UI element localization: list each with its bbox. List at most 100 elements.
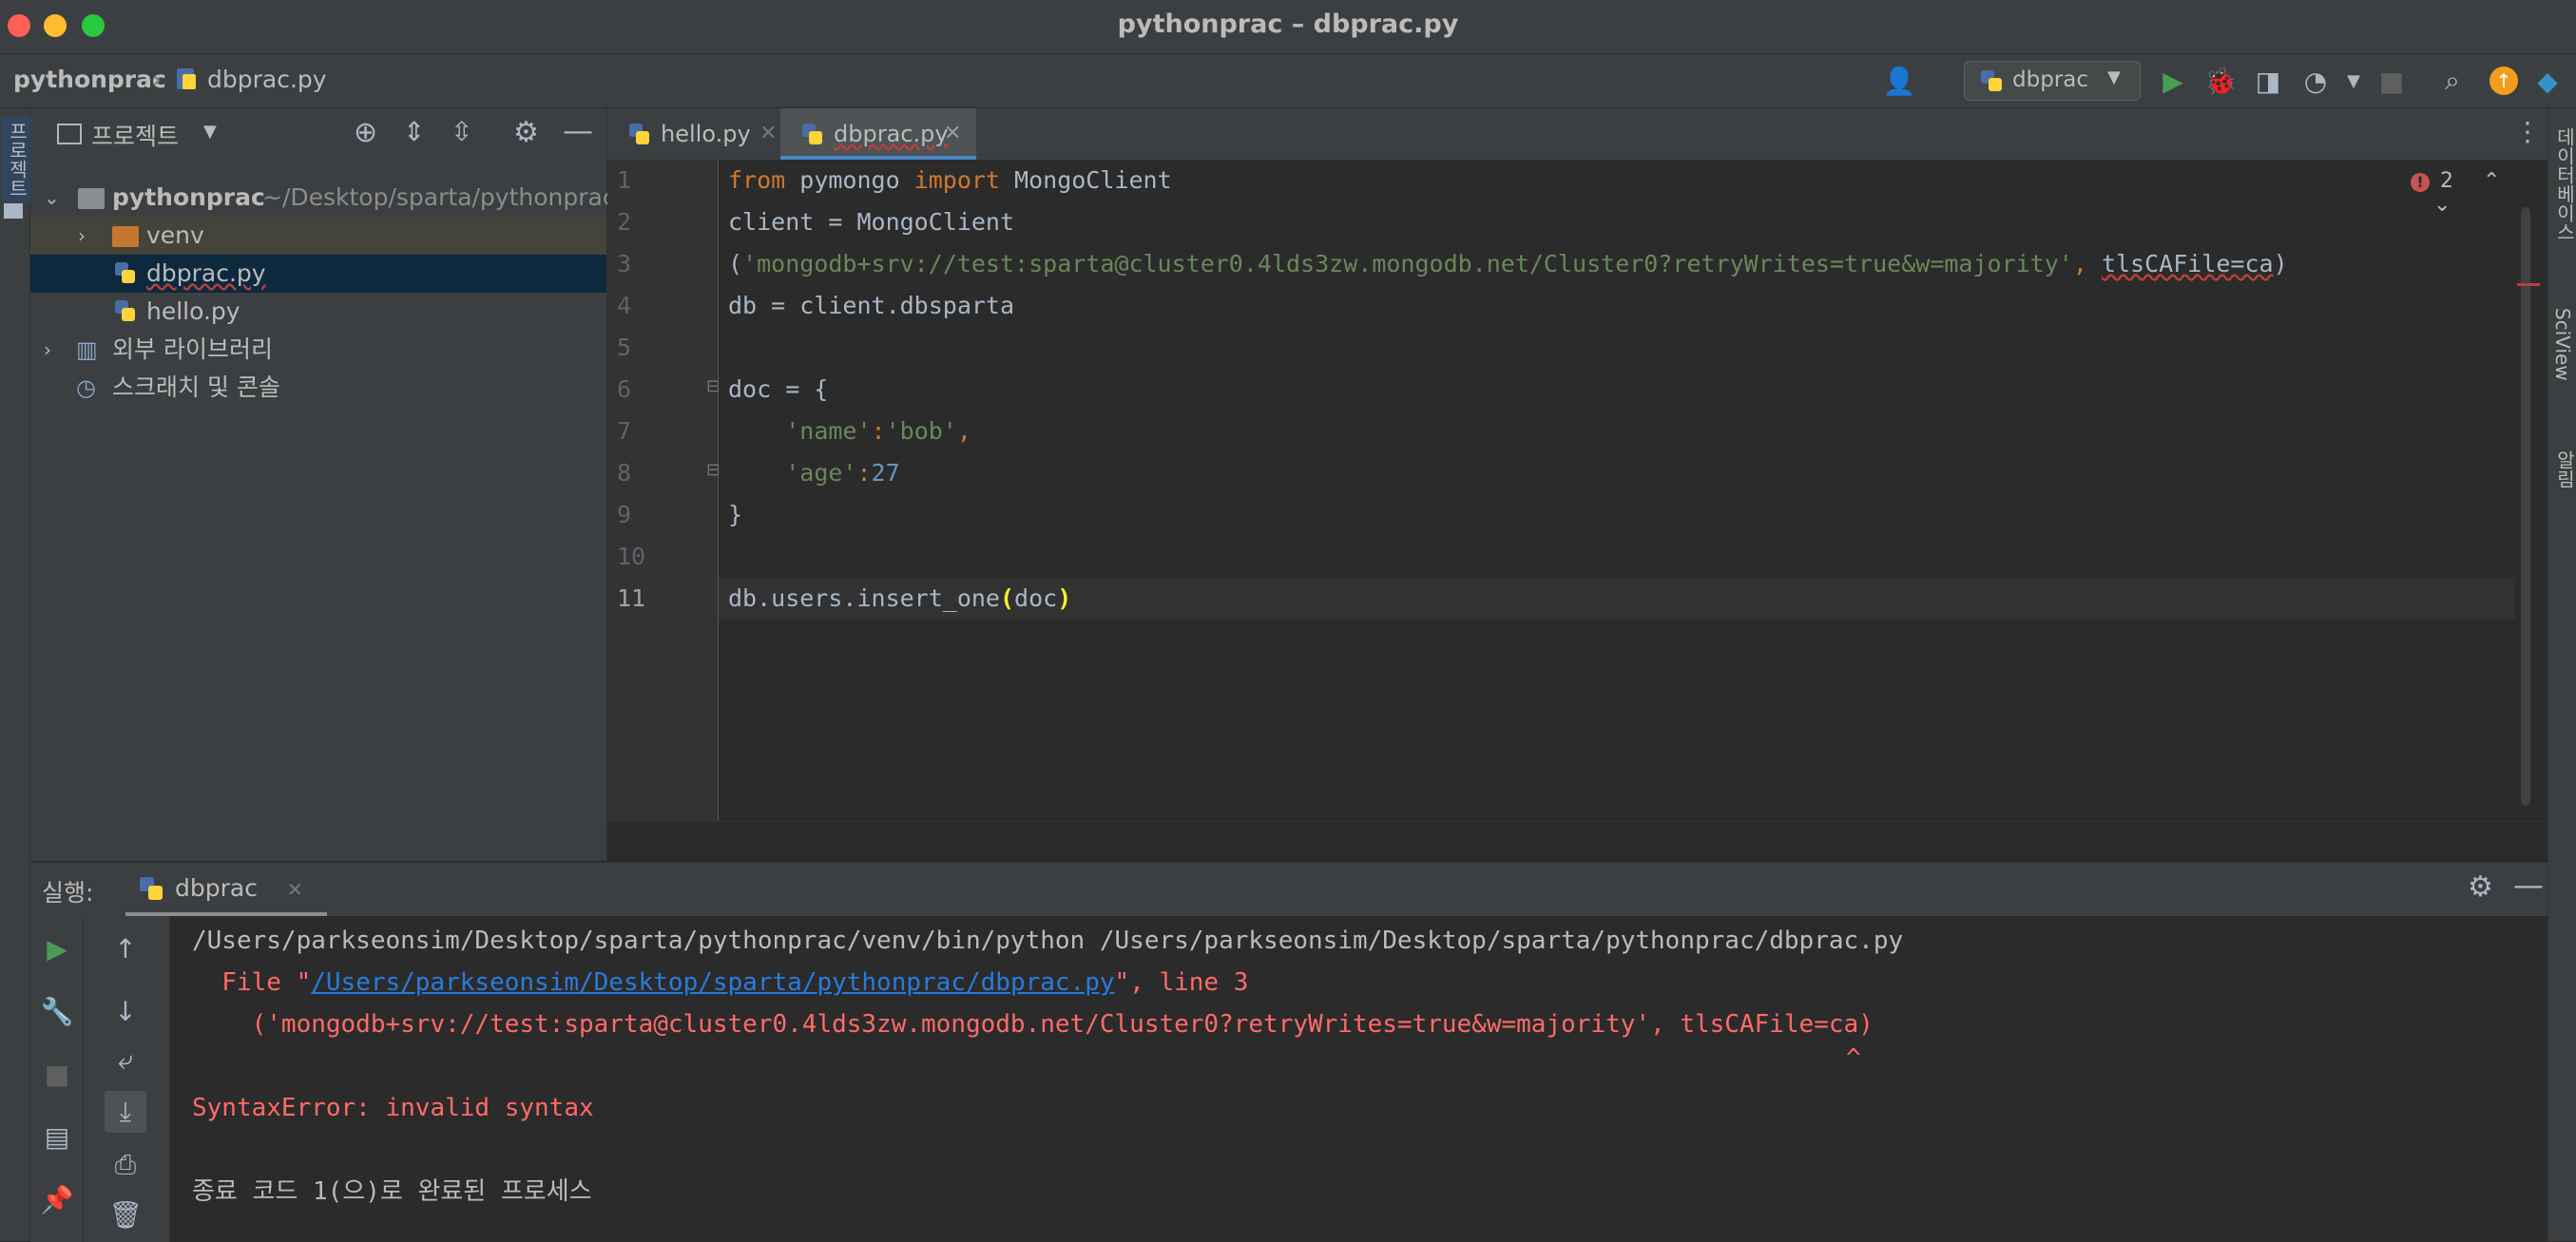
hide-panel-icon[interactable]: — [2513,867,2544,903]
stop-icon[interactable]: ■ [2373,62,2411,100]
database-tool-button[interactable]: 데이터베이스 [2551,127,2576,241]
right-tool-strip: 데이터베이스 SciView 알림 [2547,108,2576,1241]
code-line: from pymongo import MongoClient [728,160,1172,201]
code-token: ( [728,250,743,277]
soft-wrap-icon[interactable]: ⤶ [105,1040,146,1081]
project-panel-header: 프로젝트 ▼ ⊕ ⇕ ⇳ ⚙ — [30,108,606,160]
more-run-options-icon[interactable]: ▼ [2335,62,2373,100]
line-number: 1 [617,166,632,194]
editor-bottom-area [607,821,2547,862]
search-icon[interactable]: ⌕ [2433,62,2471,100]
window-title: pythonprac – dbprac.py [1117,10,1459,39]
line-number: 4 [617,292,632,319]
trash-icon[interactable]: 🗑 [105,1194,146,1235]
line-number: 9 [617,501,632,528]
gear-icon[interactable]: ⚙ [2468,870,2493,904]
notifications-tool-button[interactable]: 알림 [2551,450,2576,488]
left-tool-strip: 프로젝트 [0,108,33,1241]
close-icon[interactable]: ✕ [287,878,303,901]
previous-error-icon[interactable]: ⌃ [2483,169,2500,193]
line-number: 3 [617,250,632,277]
code-line: ('mongodb+srv://test:sparta@cluster0.4ld… [728,243,2288,285]
breadcrumb-project[interactable]: pythonprac [13,66,166,93]
rerun-icon[interactable]: ▶ [36,927,78,969]
project-view-title[interactable]: 프로젝트 [91,118,179,152]
tree-item-project-root[interactable]: ⌄ pythonprac ~/Desktop/sparta/pythonprac [30,179,616,217]
tab-label: dbprac.py [834,121,949,147]
console-text: File " [192,968,312,997]
coverage-icon[interactable]: ◨ [2249,62,2287,100]
print-icon[interactable]: ⎙ [105,1144,146,1186]
breadcrumb-file[interactable]: dbprac.py [207,66,327,93]
editor-gutter: 1 2 3 4 5 6 7 8 9 10 11 ⊟ ⊟ [607,160,721,821]
code-token: 'mongodb+srv://test:sparta@cluster0.4lds… [742,250,2073,277]
tree-item-hello[interactable]: hello.py [30,293,606,331]
code-token: ) [2273,250,2288,277]
error-stripe-marker[interactable] [2517,283,2540,286]
run-config-select[interactable]: dbprac ▼ [1964,61,2141,101]
expand-all-icon[interactable]: ⇕ [403,116,425,147]
code-token: , [2072,250,2102,277]
python-icon [1981,70,2002,91]
chevron-right-icon[interactable]: › [78,217,86,255]
title-bar: pythonprac – dbprac.py [0,0,2576,54]
tree-item-scratches[interactable]: ◷ 스크래치 및 콘솔 [30,369,606,407]
update-icon[interactable]: ↑ [2485,62,2523,100]
breadcrumb-separator-icon: › [152,66,162,93]
console-file-link[interactable]: /Users/parkseonsim/Desktop/sparta/python… [311,968,1114,997]
tab-dbprac[interactable]: dbprac.py ✕ [780,108,976,160]
hide-panel-icon[interactable]: — [563,112,593,148]
code-token: 'age' [785,459,857,487]
profile-icon[interactable]: ◔ [2297,62,2335,100]
scroll-to-end-icon[interactable]: ⤓ [105,1091,146,1133]
project-tool-window-button[interactable]: 프로젝트 [2,118,33,201]
tree-item-label: venv [146,221,204,249]
pin-icon[interactable]: 📌 [36,1178,78,1220]
code-token: : [856,459,872,487]
code-editor[interactable]: from pymongo import MongoClient client =… [719,160,2540,821]
tab-hello[interactable]: hello.py ✕ [619,108,790,160]
tree-item-dbprac[interactable]: dbprac.py [30,255,606,293]
chevron-right-icon[interactable]: › [44,331,51,369]
code-token: pymongo [785,166,914,194]
console-file-line: File "/Users/parkseonsim/Desktop/sparta/… [192,962,1248,1003]
locate-icon[interactable]: ⊕ [354,116,377,149]
gear-icon[interactable]: ⚙ [513,116,539,149]
sciview-tool-button[interactable]: SciView [2551,308,2574,381]
user-icon[interactable]: 👤 [1880,62,1918,100]
code-line: client = MongoClient [728,208,1015,236]
python-file-icon [629,124,649,144]
wrench-icon[interactable]: 🔧 [36,990,78,1032]
plugin-icon[interactable]: ◆ [2528,62,2566,100]
stop-icon[interactable]: ■ [36,1053,78,1095]
arrow-down-icon[interactable]: ↓ [105,990,146,1032]
chevron-down-icon[interactable]: ⌄ [44,179,60,217]
tree-item-label: 외부 라이브러리 [112,335,273,363]
code-token: MongoClient [1000,166,1172,194]
project-panel: 프로젝트 ▼ ⊕ ⇕ ⇳ ⚙ — ⌄ pythonprac ~/Desktop/… [30,108,616,861]
close-icon[interactable]: ✕ [944,108,961,160]
next-error-icon[interactable]: ⌄ [2433,193,2451,217]
more-tabs-icon[interactable]: ⋮ [2514,116,2541,147]
code-token: ( [999,584,1015,612]
debug-icon[interactable]: 🐞 [2201,62,2240,100]
editor-tabs: hello.py ✕ dbprac.py ✕ ⋮ [607,108,2547,161]
run-icon[interactable]: ▶ [2154,62,2192,100]
tree-item-venv[interactable]: › venv [30,217,606,255]
error-count: 2 [2440,169,2453,193]
close-icon[interactable]: ✕ [759,108,777,160]
editor-scrollbar[interactable] [2521,207,2530,806]
tree-item-external-libraries[interactable]: › ▥ 외부 라이브러리 [30,331,606,369]
inspection-widget[interactable]: ! 2 ⌃ ⌄ [2411,169,2515,217]
arrow-up-icon[interactable]: ↑ [105,927,146,969]
collapse-all-icon[interactable]: ⇳ [451,116,472,147]
code-token: tlsCAFile=ca [2101,250,2274,277]
run-tab-dbprac[interactable]: dbprac ✕ [125,863,327,916]
console-error-line: SyntaxError: invalid syntax [192,1094,594,1122]
line-number: 5 [617,334,632,361]
layout-icon[interactable]: ▤ [36,1116,78,1157]
line-number: 10 [617,543,646,570]
chevron-down-icon[interactable]: ▼ [203,122,217,142]
